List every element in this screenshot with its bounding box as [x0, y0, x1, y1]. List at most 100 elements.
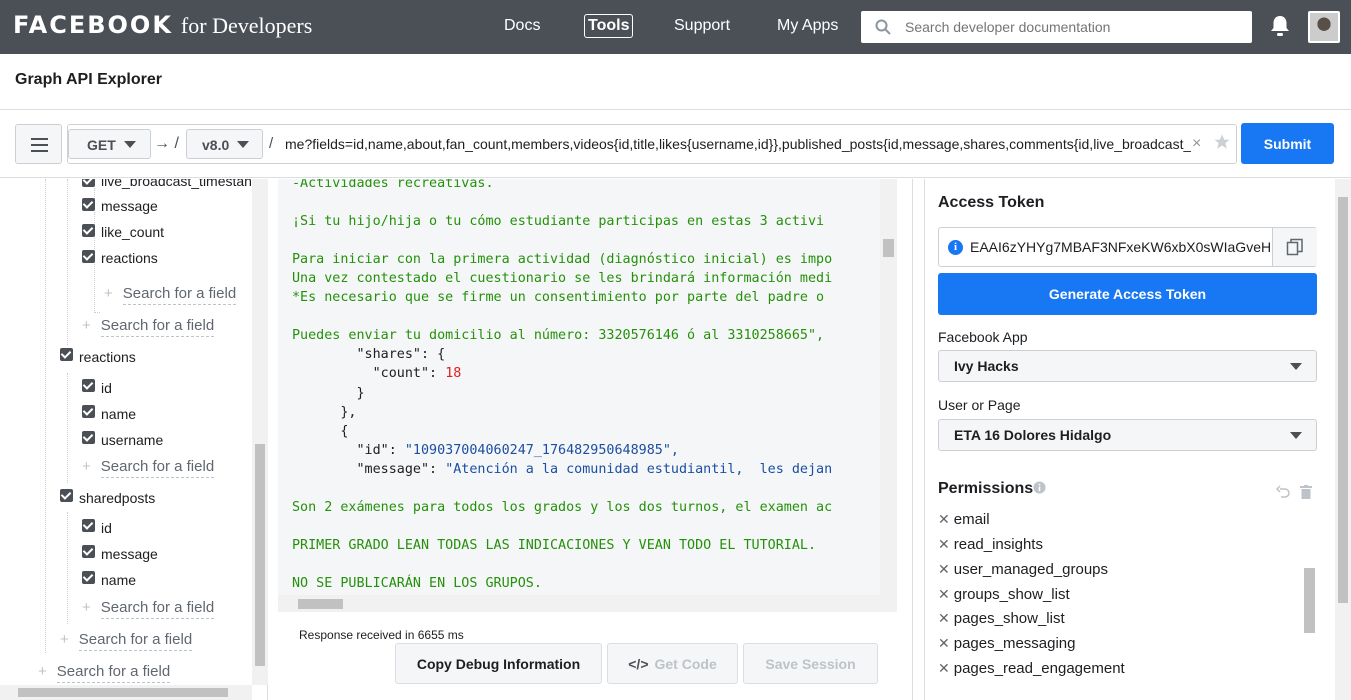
- page-title: Graph API Explorer: [15, 71, 162, 88]
- scrollbar-thumb[interactable]: [18, 688, 228, 697]
- plus-icon: +: [38, 663, 47, 680]
- tree-guide-line: [67, 512, 68, 624]
- response-horizontal-scrollbar[interactable]: [278, 595, 897, 612]
- plus-icon: +: [104, 285, 113, 302]
- copy-debug-button[interactable]: Copy Debug Information: [395, 643, 602, 684]
- scrollbar-thumb[interactable]: [883, 239, 894, 257]
- submit-button[interactable]: Submit: [1241, 123, 1334, 164]
- remove-permission-icon[interactable]: ✕: [938, 536, 950, 552]
- get-code-button[interactable]: </> Get Code: [607, 643, 738, 684]
- doc-search-box[interactable]: [861, 11, 1252, 43]
- panel-resize-handle[interactable]: [912, 179, 925, 700]
- response-line: {: [292, 423, 349, 439]
- response-line: "id":: [292, 442, 405, 458]
- field-reactions: reactions: [101, 250, 158, 266]
- nav-link-docs[interactable]: Docs: [504, 17, 540, 35]
- scrollbar-thumb[interactable]: [298, 599, 343, 609]
- sidebar-scrollbar[interactable]: [1335, 179, 1351, 700]
- plus-icon: +: [82, 458, 91, 475]
- permission-label: email: [953, 511, 990, 528]
- http-method-value: GET: [87, 137, 116, 153]
- search-field-input[interactable]: + Search for a field: [104, 285, 237, 305]
- scrollbar-thumb[interactable]: [1338, 197, 1348, 603]
- tree-guide-line: [94, 312, 100, 313]
- info-icon[interactable]: [1033, 481, 1046, 494]
- access-token-field[interactable]: i EAAI6zYHYg7MBAF3NFxeKW6xbX0sWIaGveH: [938, 227, 1317, 267]
- field-name: name: [101, 572, 137, 588]
- copy-token-button[interactable]: [1272, 228, 1317, 266]
- field-id: id: [101, 380, 112, 396]
- facebook-developers-logo[interactable]: FACEBOOK for Developers: [13, 11, 312, 39]
- field-checkbox[interactable]: [82, 405, 95, 418]
- remove-permission-icon[interactable]: ✕: [938, 561, 950, 577]
- tree-guide-line: [67, 373, 68, 483]
- undo-icon[interactable]: [1276, 485, 1290, 499]
- response-line: Para iniciar con la primera actividad (d…: [292, 252, 833, 268]
- field-checkbox[interactable]: [82, 379, 95, 392]
- notifications-bell-icon[interactable]: [1268, 14, 1292, 38]
- response-line: Puedes enviar tu domicilio al número: 33…: [292, 328, 825, 344]
- search-field-input[interactable]: + Search for a field: [82, 317, 215, 337]
- api-version-select[interactable]: v8.0: [186, 129, 263, 159]
- permissions-scrollbar[interactable]: [1302, 513, 1317, 677]
- menu-toggle-button[interactable]: [15, 124, 62, 164]
- hamburger-icon-line: [31, 150, 48, 152]
- facebook-app-select[interactable]: Ivy Hacks: [938, 350, 1317, 382]
- field-name: name: [101, 406, 137, 422]
- field-checkbox[interactable]: [82, 431, 95, 444]
- field-checkbox[interactable]: [82, 224, 95, 237]
- http-method-select[interactable]: GET: [68, 129, 151, 159]
- search-field-input[interactable]: + Search for a field: [82, 599, 215, 619]
- clear-query-icon[interactable]: ×: [1192, 135, 1201, 153]
- search-field-input[interactable]: + Search for a field: [60, 631, 193, 651]
- hamburger-icon-line: [31, 144, 48, 146]
- get-code-label: Get Code: [654, 656, 717, 672]
- trash-icon[interactable]: [1300, 485, 1312, 499]
- search-field-label: Search for a field: [100, 599, 215, 619]
- field-checkbox[interactable]: [60, 348, 73, 361]
- user-or-page-value: ETA 16 Dolores Hidalgo: [954, 427, 1112, 443]
- remove-permission-icon[interactable]: ✕: [938, 610, 950, 626]
- access-token-value[interactable]: EAAI6zYHYg7MBAF3NFxeKW6xbX0sWIaGveH: [970, 239, 1270, 255]
- field-checkbox[interactable]: [82, 250, 95, 263]
- response-line: -Actividades recreativas.: [292, 179, 494, 191]
- nav-link-support[interactable]: Support: [674, 17, 730, 35]
- query-path-input[interactable]: me?fields=id,name,about,fan_count,member…: [285, 136, 1191, 152]
- search-field-label: Search for a field: [100, 317, 215, 337]
- tree-guide-line: [45, 179, 46, 653]
- generate-access-token-button[interactable]: Generate Access Token: [938, 273, 1317, 315]
- response-vertical-scrollbar[interactable]: [880, 179, 897, 595]
- nav-link-tools[interactable]: Tools: [584, 14, 634, 38]
- path-arrow: → /: [154, 135, 179, 152]
- save-session-button[interactable]: Save Session: [743, 643, 878, 684]
- user-or-page-select[interactable]: ETA 16 Dolores Hidalgo: [938, 419, 1317, 451]
- response-code-view[interactable]: -Actividades recreativas. ¡Si tu hijo/hi…: [278, 179, 880, 595]
- field-checkbox[interactable]: [82, 571, 95, 584]
- field-checkbox[interactable]: [82, 179, 95, 187]
- field-checkbox[interactable]: [82, 519, 95, 532]
- response-line: "shares": {: [292, 347, 446, 363]
- favorite-star-icon[interactable]: [1213, 133, 1231, 151]
- field-checkbox[interactable]: [60, 489, 73, 502]
- nav-link-my-apps[interactable]: My Apps: [777, 17, 838, 35]
- remove-permission-icon[interactable]: ✕: [938, 635, 950, 651]
- permission-label: read_insights: [953, 536, 1043, 553]
- field-checkbox[interactable]: [82, 545, 95, 558]
- field-tree-vertical-scrollbar[interactable]: [252, 179, 268, 685]
- remove-permission-icon[interactable]: ✕: [938, 660, 950, 676]
- search-field-label: Search for a field: [100, 458, 215, 478]
- permission-item-email: ✕ email: [938, 511, 990, 528]
- search-input[interactable]: [905, 16, 1235, 38]
- search-field-input[interactable]: + Search for a field: [38, 663, 171, 683]
- field-id: id: [101, 520, 112, 536]
- remove-permission-icon[interactable]: ✕: [938, 511, 950, 527]
- user-avatar[interactable]: [1308, 11, 1340, 43]
- top-navigation-bar: FACEBOOK for Developers Docs Tools Suppor…: [0, 0, 1351, 54]
- remove-permission-icon[interactable]: ✕: [938, 586, 950, 602]
- field-checkbox[interactable]: [82, 198, 95, 211]
- scrollbar-thumb[interactable]: [255, 444, 265, 666]
- field-tree-horizontal-scrollbar[interactable]: [0, 685, 252, 700]
- search-field-input[interactable]: + Search for a field: [82, 458, 215, 478]
- scrollbar-thumb[interactable]: [1304, 568, 1315, 633]
- access-token-title: Access Token: [938, 194, 1045, 211]
